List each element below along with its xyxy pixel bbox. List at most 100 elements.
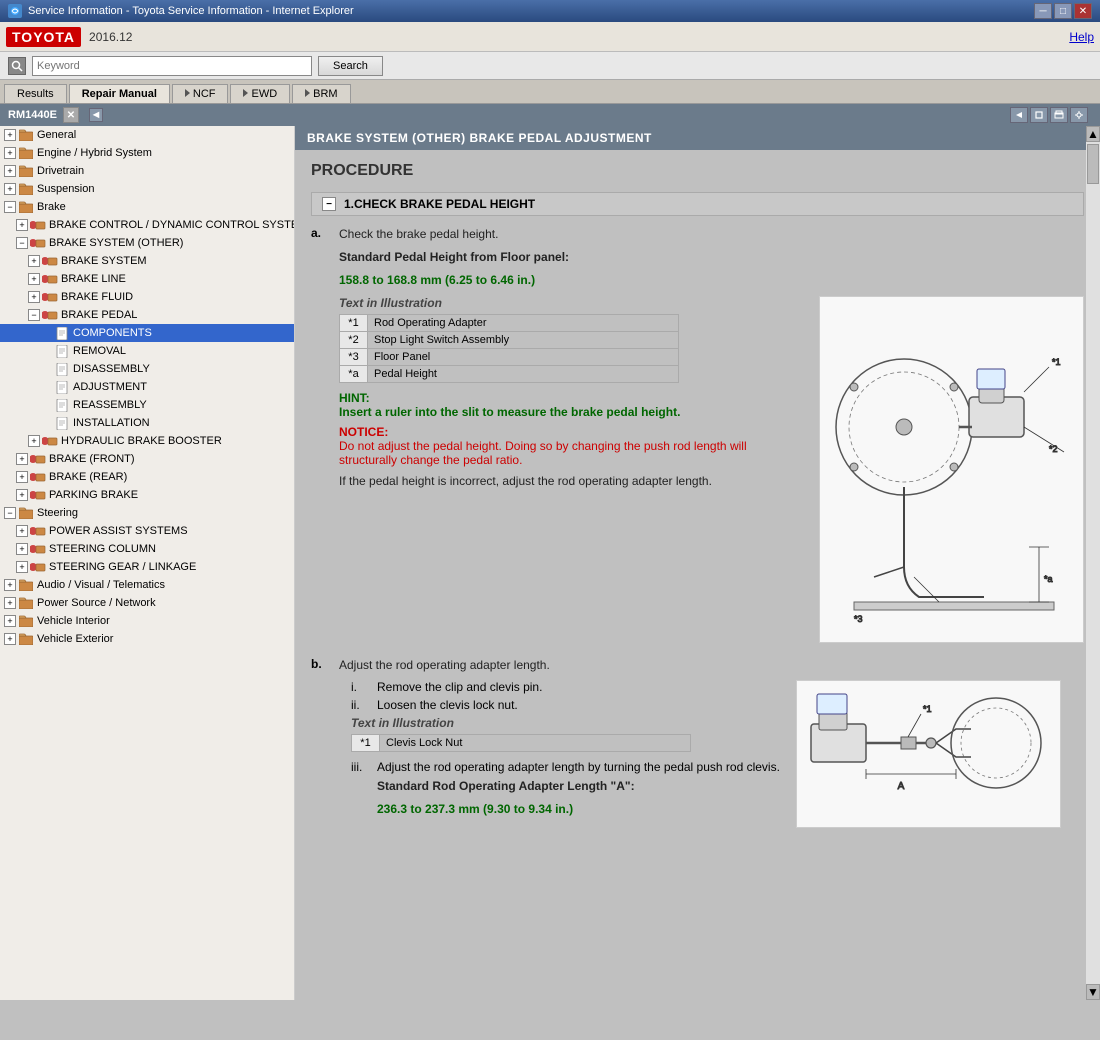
sidebar-label-drivetrain: Drivetrain	[37, 165, 84, 177]
tree-icon-parking-brake	[30, 488, 46, 502]
search-button[interactable]: Search	[318, 56, 383, 76]
expand-btn-exterior[interactable]: +	[4, 633, 16, 645]
sidebar-item-adjustment[interactable]: ADJUSTMENT	[0, 378, 294, 396]
expand-btn-brake-control[interactable]: +	[16, 219, 28, 231]
sidebar-item-brake-front[interactable]: + BRAKE (FRONT)	[0, 450, 294, 468]
expand-btn-power[interactable]: +	[4, 597, 16, 609]
sidebar-item-brake-pedal[interactable]: − BRAKE PEDAL	[0, 306, 294, 324]
expand-btn-brake-pedal[interactable]: −	[28, 309, 40, 321]
expand-btn-power-assist[interactable]: +	[16, 525, 28, 537]
sidebar-item-removal[interactable]: REMOVAL	[0, 342, 294, 360]
table-ref: *1	[352, 735, 380, 752]
sidebar-item-power-assist[interactable]: + POWER ASSIST SYSTEMS	[0, 522, 294, 540]
sidebar-item-audio[interactable]: + Audio / Visual / Telematics	[0, 576, 294, 594]
minimize-button[interactable]: ─	[1034, 3, 1052, 19]
sidebar-item-hydraulic[interactable]: + HYDRAULIC BRAKE BOOSTER	[0, 432, 294, 450]
sidebar-item-suspension[interactable]: + Suspension	[0, 180, 294, 198]
sidebar-item-brake-system[interactable]: − BRAKE SYSTEM (OTHER)	[0, 234, 294, 252]
tab-brm-label: BRM	[313, 88, 337, 100]
scroll-thumb[interactable]	[1087, 144, 1099, 184]
hint-label: HINT:	[339, 391, 370, 405]
tab-results[interactable]: Results	[4, 84, 67, 103]
sub-iii-content: Adjust the rod operating adapter length …	[377, 760, 780, 824]
sidebar-item-drivetrain[interactable]: + Drivetrain	[0, 162, 294, 180]
settings-button[interactable]	[1070, 107, 1088, 123]
expand-btn-general[interactable]: +	[4, 129, 16, 141]
expand-btn-suspension[interactable]: +	[4, 183, 16, 195]
sidebar-item-steering[interactable]: − Steering	[0, 504, 294, 522]
step-a-measurement: 158.8 to 168.8 mm (6.25 to 6.46 in.)	[339, 272, 1084, 289]
expand-btn-parking-brake[interactable]: +	[16, 489, 28, 501]
step-a-end-text: If the pedal height is incorrect, adjust…	[339, 473, 803, 490]
table-ref: *2	[340, 332, 368, 349]
section-collapse-btn[interactable]: −	[322, 197, 336, 211]
tab-ncf[interactable]: NCF	[172, 84, 229, 103]
expand-btn-steering-column[interactable]: +	[16, 543, 28, 555]
expand-btn-brake-system-sub[interactable]: +	[28, 255, 40, 267]
expand-btn-steering-gear[interactable]: +	[16, 561, 28, 573]
hint-box: HINT: Insert a ruler into the slit to me…	[339, 391, 803, 419]
table-desc: Floor Panel	[368, 349, 679, 366]
sidebar-item-brake-system-sub[interactable]: + BRAKE SYSTEM	[0, 252, 294, 270]
tree-icon-engine	[18, 146, 34, 160]
table-desc: Pedal Height	[368, 366, 679, 383]
close-button[interactable]: ✕	[1074, 3, 1092, 19]
expand-btn-interior[interactable]: +	[4, 615, 16, 627]
sidebar-item-engine[interactable]: + Engine / Hybrid System	[0, 144, 294, 162]
nav-restore-button[interactable]	[1030, 107, 1048, 123]
sidebar-label-audio: Audio / Visual / Telematics	[37, 579, 165, 591]
sidebar-item-brake-control[interactable]: + BRAKE CONTROL / DYNAMIC CONTROL SYSTEM…	[0, 216, 294, 234]
sidebar-item-reassembly[interactable]: REASSEMBLY	[0, 396, 294, 414]
sidebar-item-disassembly[interactable]: DISASSEMBLY	[0, 360, 294, 378]
sidebar-item-power[interactable]: + Power Source / Network	[0, 594, 294, 612]
sidebar-item-brake-rear[interactable]: + BRAKE (REAR)	[0, 468, 294, 486]
tree-icon-general	[18, 128, 34, 142]
notice-label: NOTICE:	[339, 425, 388, 439]
tab-ewd[interactable]: EWD	[230, 84, 290, 103]
sidebar-item-brake[interactable]: − Brake	[0, 198, 294, 216]
sidebar-item-brake-line[interactable]: + BRAKE LINE	[0, 270, 294, 288]
rm-close-button[interactable]: ✕	[63, 107, 79, 123]
rm-collapse-button[interactable]: ◄	[89, 108, 103, 122]
sidebar-item-installation[interactable]: INSTALLATION	[0, 414, 294, 432]
expand-btn-brake[interactable]: −	[4, 201, 16, 213]
table-row: *1Rod Operating Adapter	[340, 315, 679, 332]
nav-prev-button[interactable]	[1010, 107, 1028, 123]
expand-btn-hydraulic[interactable]: +	[28, 435, 40, 447]
sidebar-item-components[interactable]: COMPONENTS	[0, 324, 294, 342]
sidebar-label-steering: Steering	[37, 507, 78, 519]
sidebar-item-steering-gear[interactable]: + STEERING GEAR / LINKAGE	[0, 558, 294, 576]
content-area: BRAKE SYSTEM (OTHER) BRAKE PEDAL ADJUSTM…	[295, 126, 1100, 1000]
expand-btn-brake-rear[interactable]: +	[16, 471, 28, 483]
sidebar-item-brake-fluid[interactable]: + BRAKE FLUID	[0, 288, 294, 306]
expand-btn-brake-line[interactable]: +	[28, 273, 40, 285]
scroll-up-button[interactable]: ▲	[1086, 126, 1100, 142]
sidebar-item-steering-column[interactable]: + STEERING COLUMN	[0, 540, 294, 558]
sub-step-i: i. Remove the clip and clevis pin.	[339, 680, 780, 694]
help-link[interactable]: Help	[1069, 30, 1094, 44]
restore-button[interactable]: □	[1054, 3, 1072, 19]
step-a-text: Check the brake pedal height.	[339, 226, 1084, 243]
print-button[interactable]	[1050, 107, 1068, 123]
tab-repair-manual[interactable]: Repair Manual	[69, 84, 170, 103]
sidebar-item-parking-brake[interactable]: + PARKING BRAKE	[0, 486, 294, 504]
search-input[interactable]	[32, 56, 312, 76]
tree-icon-steering	[18, 506, 34, 520]
expand-btn-drivetrain[interactable]: +	[4, 165, 16, 177]
search-bar: Search	[0, 52, 1100, 80]
sidebar-item-exterior[interactable]: + Vehicle Exterior	[0, 630, 294, 648]
text-in-illustration-b-area: Text in Illustration *1Clevis Lock Nut	[351, 716, 780, 752]
expand-btn-steering[interactable]: −	[4, 507, 16, 519]
table-desc: Rod Operating Adapter	[368, 315, 679, 332]
tab-brm[interactable]: BRM	[292, 84, 350, 103]
sidebar-item-interior[interactable]: + Vehicle Interior	[0, 612, 294, 630]
expand-btn-audio[interactable]: +	[4, 579, 16, 591]
expand-btn-engine[interactable]: +	[4, 147, 16, 159]
sidebar-label-brake-fluid: BRAKE FLUID	[61, 291, 133, 303]
scroll-down-button[interactable]: ▼	[1086, 984, 1100, 1000]
sidebar-item-general[interactable]: + General	[0, 126, 294, 144]
table-row: *2Stop Light Switch Assembly	[340, 332, 679, 349]
expand-btn-brake-front[interactable]: +	[16, 453, 28, 465]
expand-btn-brake-system[interactable]: −	[16, 237, 28, 249]
expand-btn-brake-fluid[interactable]: +	[28, 291, 40, 303]
